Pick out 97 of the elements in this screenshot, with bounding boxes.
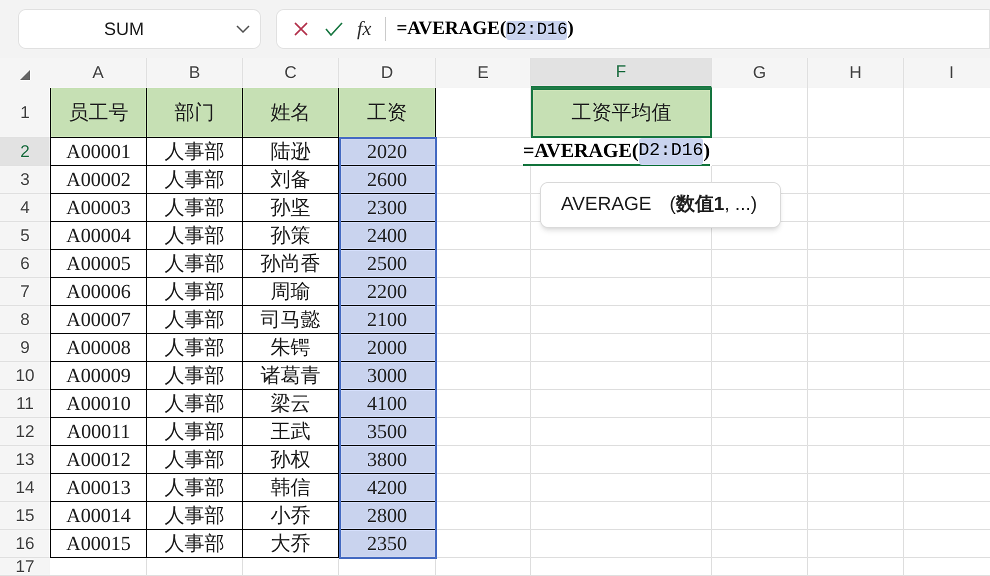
table-cell: 孙坚: [243, 194, 339, 222]
table-cell: 人事部: [147, 334, 243, 362]
row-header[interactable]: 12: [0, 418, 50, 446]
table-cell: 周瑜: [243, 278, 339, 306]
table-cell: 刘备: [243, 166, 339, 194]
chevron-down-icon: [236, 25, 250, 33]
table-cell: A00003: [50, 194, 147, 222]
table-cell: A00011: [50, 418, 147, 446]
function-button[interactable]: fx: [357, 14, 372, 44]
row-header[interactable]: 9: [0, 334, 50, 362]
table-cell: 陆逊: [243, 138, 339, 166]
table-cell: 人事部: [147, 530, 243, 558]
table-cell: 2000: [339, 334, 436, 362]
table-cell: 人事部: [147, 194, 243, 222]
row-header[interactable]: 13: [0, 446, 50, 474]
row-header[interactable]: 7: [0, 278, 50, 306]
column-header[interactable]: I: [904, 58, 990, 88]
table-cell: 孙尚香: [243, 250, 339, 278]
table-cell: 人事部: [147, 502, 243, 530]
table-cell: 2020: [339, 138, 436, 166]
row-header[interactable]: 17: [0, 558, 50, 576]
function-arguments: (数值1, ...): [669, 192, 758, 217]
table-cell: 2100: [339, 306, 436, 334]
table-cell: A00007: [50, 306, 147, 334]
name-box[interactable]: SUM: [18, 9, 261, 49]
row-header[interactable]: 6: [0, 250, 50, 278]
table-cell: A00015: [50, 530, 147, 558]
table-cell: A00012: [50, 446, 147, 474]
table-cell: 3500: [339, 418, 436, 446]
table-cell: 人事部: [147, 362, 243, 390]
row-header[interactable]: 14: [0, 474, 50, 502]
table-cell: 朱锷: [243, 334, 339, 362]
table-cell: 诸葛青: [243, 362, 339, 390]
table-cell: A00006: [50, 278, 147, 306]
table-cell: 部门: [147, 88, 243, 138]
formula-text[interactable]: =AVERAGE(D2:D16): [396, 14, 574, 44]
table-cell: 2200: [339, 278, 436, 306]
row-header[interactable]: 15: [0, 502, 50, 530]
close-icon[interactable]: [293, 21, 309, 37]
select-all-icon[interactable]: [20, 70, 30, 80]
table-cell: 人事部: [147, 138, 243, 166]
table-cell: 2600: [339, 166, 436, 194]
table-cell: 孙策: [243, 222, 339, 250]
row-header[interactable]: 11: [0, 390, 50, 418]
table-cell: 人事部: [147, 474, 243, 502]
table-cell: 2350: [339, 530, 436, 558]
table-cell: A00001: [50, 138, 147, 166]
column-header[interactable]: H: [808, 58, 904, 88]
table-cell: 人事部: [147, 250, 243, 278]
table-cell: 人事部: [147, 418, 243, 446]
row-header[interactable]: 16: [0, 530, 50, 558]
column-header[interactable]: F: [531, 58, 712, 88]
table-cell: A00005: [50, 250, 147, 278]
table-cell: 人事部: [147, 446, 243, 474]
table-cell: 人事部: [147, 306, 243, 334]
table-cell: 人事部: [147, 166, 243, 194]
row-header[interactable]: 5: [0, 222, 50, 250]
table-cell: 4100: [339, 390, 436, 418]
formula-bar[interactable]: fx =AVERAGE(D2:D16): [276, 9, 990, 49]
table-cell: A00002: [50, 166, 147, 194]
row-header[interactable]: 10: [0, 362, 50, 390]
table-cell: A00009: [50, 362, 147, 390]
table-cell: 2300: [339, 194, 436, 222]
table-cell: 韩信: [243, 474, 339, 502]
table-cell: 梁云: [243, 390, 339, 418]
row-header[interactable]: 4: [0, 194, 50, 222]
table-cell: A00010: [50, 390, 147, 418]
table-cell: A00008: [50, 334, 147, 362]
table-cell: 姓名: [243, 88, 339, 138]
table-cell: 小乔: [243, 502, 339, 530]
table-cell: 工资: [339, 88, 436, 138]
table-cell: 工资平均值: [531, 88, 712, 138]
row-header[interactable]: 8: [0, 306, 50, 334]
table-cell: 2800: [339, 502, 436, 530]
row-header[interactable]: 3: [0, 166, 50, 194]
table-cell: 3800: [339, 446, 436, 474]
table-cell: 人事部: [147, 278, 243, 306]
table-cell: 人事部: [147, 222, 243, 250]
column-header[interactable]: G: [712, 58, 808, 88]
check-icon[interactable]: [325, 21, 343, 37]
table-cell: 4200: [339, 474, 436, 502]
table-cell: 3000: [339, 362, 436, 390]
table-cell: 司马懿: [243, 306, 339, 334]
table-cell: A00014: [50, 502, 147, 530]
table-cell: 2500: [339, 250, 436, 278]
table-cell: 孙权: [243, 446, 339, 474]
table-cell: 员工号: [50, 88, 147, 138]
table-cell: 王武: [243, 418, 339, 446]
table-cell: A00004: [50, 222, 147, 250]
table-cell: A00013: [50, 474, 147, 502]
cell-editor[interactable]: =AVERAGE(D2:D16): [523, 138, 710, 166]
table-cell: 大乔: [243, 530, 339, 558]
row-header[interactable]: 1: [0, 88, 50, 138]
function-name: AVERAGE: [561, 192, 652, 217]
table-cell: 2400: [339, 222, 436, 250]
row-header[interactable]: 2: [0, 138, 50, 166]
table-cell: 人事部: [147, 390, 243, 418]
